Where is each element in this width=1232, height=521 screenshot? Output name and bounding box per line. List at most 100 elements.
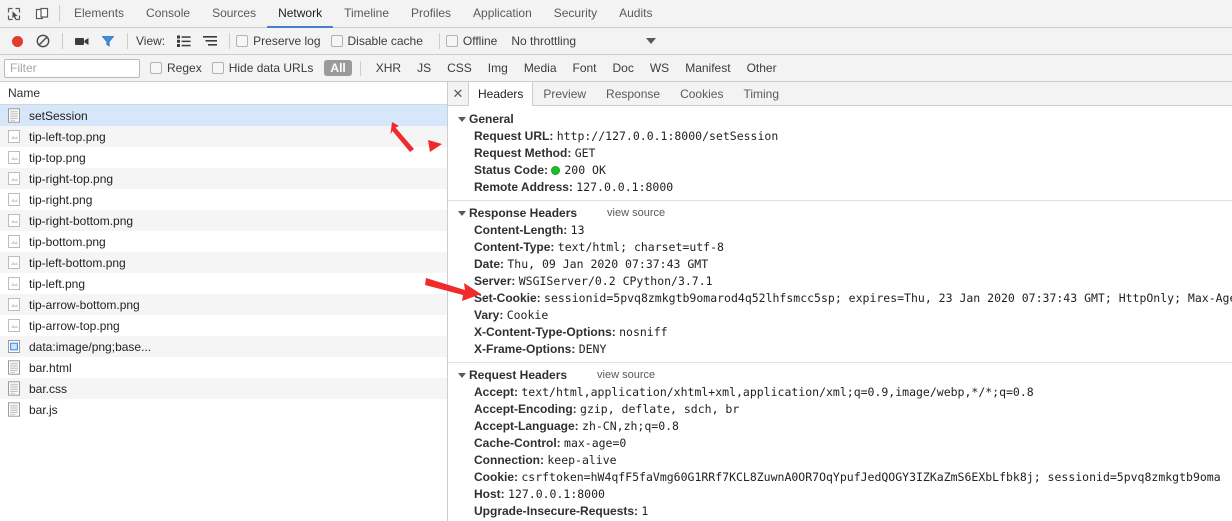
- filter-type-manifest[interactable]: Manifest: [678, 60, 737, 76]
- filter-type-img[interactable]: Img: [481, 60, 515, 76]
- detail-tab-timing[interactable]: Timing: [733, 82, 789, 105]
- triangle-down-icon[interactable]: [458, 372, 466, 378]
- headers-section: Request Headers view source Accept: text/h…: [448, 366, 1232, 521]
- tab-audits-label: Audits: [619, 6, 653, 20]
- tab-application[interactable]: Application: [462, 0, 543, 28]
- filter-type-css[interactable]: CSS: [440, 60, 479, 76]
- view-label: View:: [136, 34, 166, 48]
- tab-audits[interactable]: Audits: [608, 0, 663, 28]
- header-row: X-Content-Type-Options: nosniff: [448, 324, 1232, 341]
- header-row: Connection: keep-alive: [448, 452, 1232, 469]
- header-row: Set-Cookie: sessionid=5pvq8zmkgtb9omarod…: [448, 290, 1232, 307]
- offline-checkbox[interactable]: Offline: [445, 34, 498, 48]
- detail-tab-response[interactable]: Response: [596, 82, 670, 105]
- headers-section-title[interactable]: Response Headers view source: [448, 204, 1232, 222]
- filter-type-other[interactable]: Other: [740, 60, 784, 76]
- disable-cache-box[interactable]: [330, 35, 343, 47]
- request-row[interactable]: tip-right.png: [0, 189, 447, 210]
- filter-type-media[interactable]: Media: [517, 60, 564, 76]
- waterfall-view-icon[interactable]: [197, 28, 223, 54]
- headers-section-title[interactable]: Request Headers view source: [448, 366, 1232, 384]
- tab-network[interactable]: Network: [267, 0, 334, 28]
- request-row-name: data:image/png;base...: [29, 339, 152, 354]
- view-source-link[interactable]: view source: [597, 367, 655, 383]
- header-key: Remote Address:: [474, 180, 573, 194]
- header-key: Date:: [474, 257, 505, 271]
- close-icon[interactable]: ✕: [448, 82, 468, 105]
- header-key: Cookie:: [474, 470, 519, 484]
- header-key: Accept:: [474, 385, 519, 399]
- disable-cache-checkbox[interactable]: Disable cache: [330, 34, 423, 48]
- chevron-down-icon[interactable]: [646, 38, 657, 44]
- offline-box[interactable]: [445, 35, 458, 47]
- request-row-name: tip-right-top.png: [29, 171, 114, 186]
- preserve-log-box[interactable]: [236, 35, 249, 47]
- filter-type-js[interactable]: JS: [410, 60, 438, 76]
- request-row[interactable]: tip-arrow-bottom.png: [0, 294, 447, 315]
- detail-tabbar: ✕ Headers Preview Response Cookies Timin…: [448, 82, 1232, 106]
- record-button-icon[interactable]: [4, 28, 30, 54]
- request-row[interactable]: data:image/png;base...: [0, 336, 447, 357]
- toolbar-divider-3: [229, 33, 231, 49]
- request-row[interactable]: tip-left.png: [0, 273, 447, 294]
- offline-label: Offline: [462, 34, 498, 48]
- request-row[interactable]: tip-right-top.png: [0, 168, 447, 189]
- header-value: 127.0.0.1:8000: [576, 180, 674, 194]
- header-row: X-Frame-Options: DENY: [448, 341, 1232, 358]
- view-source-link[interactable]: view source: [607, 205, 665, 221]
- camera-icon[interactable]: [69, 28, 95, 54]
- funnel-icon[interactable]: [95, 28, 121, 54]
- hide-data-urls-checkbox[interactable]: Hide data URLs: [211, 61, 313, 75]
- header-value: http://127.0.0.1:8000/setSession: [556, 129, 779, 143]
- image-icon: [8, 256, 20, 269]
- triangle-down-icon[interactable]: [458, 210, 466, 216]
- request-row[interactable]: tip-arrow-top.png: [0, 315, 447, 336]
- filter-type-xhr[interactable]: XHR: [369, 60, 408, 76]
- request-row[interactable]: bar.css: [0, 378, 447, 399]
- regex-checkbox[interactable]: Regex: [150, 61, 202, 75]
- filter-input[interactable]: [4, 58, 140, 78]
- header-key: Upgrade-Insecure-Requests:: [474, 504, 639, 518]
- image-icon: [8, 277, 20, 290]
- header-row: Content-Type: text/html; charset=utf-8: [448, 239, 1232, 256]
- header-row: Upgrade-Insecure-Requests: 1: [448, 503, 1232, 520]
- clear-icon[interactable]: [30, 28, 56, 54]
- list-view-icon[interactable]: [171, 28, 197, 54]
- tab-profiles[interactable]: Profiles: [400, 0, 462, 28]
- filter-type-doc[interactable]: Doc: [606, 60, 641, 76]
- header-row: Cache-Control: max-age=0: [448, 435, 1232, 452]
- request-row[interactable]: bar.js: [0, 399, 447, 420]
- header-value: 127.0.0.1:8000: [508, 487, 605, 501]
- device-toolbar-icon[interactable]: [28, 0, 56, 27]
- request-row[interactable]: tip-top.png: [0, 147, 447, 168]
- header-key: Server:: [474, 274, 516, 288]
- request-row[interactable]: bar.html: [0, 357, 447, 378]
- triangle-down-icon[interactable]: [458, 116, 466, 122]
- request-row[interactable]: tip-right-bottom.png: [0, 210, 447, 231]
- request-row[interactable]: tip-left-top.png: [0, 126, 447, 147]
- preserve-log-checkbox[interactable]: Preserve log: [236, 34, 321, 48]
- image-icon: [8, 193, 20, 206]
- throttling-select[interactable]: No throttling: [511, 34, 576, 48]
- request-row[interactable]: setSession: [0, 105, 447, 126]
- devtools-window: Elements Console Sources Network Timelin…: [0, 0, 1232, 521]
- hide-data-urls-box[interactable]: [211, 62, 224, 74]
- inspect-element-icon[interactable]: [0, 0, 28, 27]
- tab-elements[interactable]: Elements: [63, 0, 135, 28]
- tab-console[interactable]: Console: [135, 0, 201, 28]
- detail-tab-cookies[interactable]: Cookies: [670, 82, 733, 105]
- filter-type-ws[interactable]: WS: [643, 60, 676, 76]
- detail-tab-preview[interactable]: Preview: [533, 82, 596, 105]
- headers-section-title[interactable]: General: [448, 110, 1232, 128]
- request-row[interactable]: tip-bottom.png: [0, 231, 447, 252]
- request-row[interactable]: tip-left-bottom.png: [0, 252, 447, 273]
- tab-security[interactable]: Security: [543, 0, 608, 28]
- filter-type-font[interactable]: Font: [566, 60, 604, 76]
- filter-type-all[interactable]: All: [324, 60, 352, 76]
- tab-sources[interactable]: Sources: [201, 0, 267, 28]
- request-row-name: setSession: [29, 108, 88, 123]
- request-list-rows[interactable]: setSession tip-left-top.png tip-top.png tip…: [0, 105, 447, 521]
- regex-box[interactable]: [150, 62, 162, 74]
- tab-timeline[interactable]: Timeline: [333, 0, 400, 28]
- detail-tab-headers[interactable]: Headers: [468, 82, 534, 106]
